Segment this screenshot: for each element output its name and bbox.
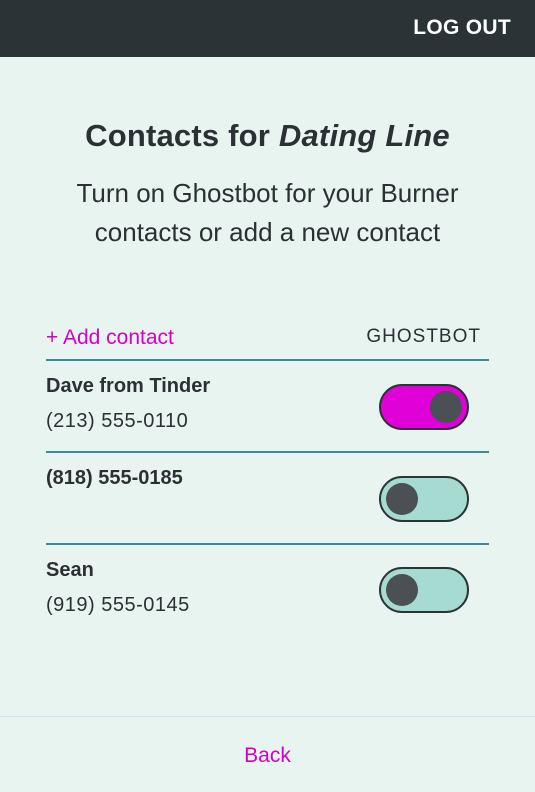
- add-contact-link[interactable]: + Add contact: [46, 326, 174, 350]
- footer: Back: [0, 744, 535, 768]
- contact-row: Sean (919) 555-0145: [46, 559, 489, 649]
- footer-divider: [0, 716, 535, 717]
- ghostbot-toggle[interactable]: [379, 384, 469, 430]
- page-title-prefix: Contacts for: [85, 118, 279, 153]
- page-title: Contacts for Dating Line: [0, 118, 535, 154]
- contact-phone: (213) 555-0110: [46, 410, 189, 432]
- toggle-knob: [386, 483, 418, 515]
- contact-name: (818) 555-0185: [46, 467, 183, 489]
- logout-button[interactable]: LOG OUT: [413, 16, 511, 40]
- ghostbot-toggle[interactable]: [379, 567, 469, 613]
- divider: [46, 543, 489, 545]
- toggle-knob: [386, 574, 418, 606]
- contact-name: Dave from Tinder: [46, 375, 211, 397]
- divider: [46, 451, 489, 453]
- contact-phone: (919) 555-0145: [46, 594, 190, 616]
- top-bar: LOG OUT: [0, 0, 535, 57]
- ghostbot-toggle[interactable]: [379, 476, 469, 522]
- list-header: + Add contact GHOSTBOT: [46, 324, 489, 360]
- divider: [46, 359, 489, 361]
- ghostbot-column-label: GHOSTBOT: [366, 326, 481, 347]
- contact-name: Sean: [46, 559, 94, 581]
- line-name: Dating Line: [278, 118, 450, 153]
- back-button[interactable]: Back: [244, 744, 291, 767]
- toggle-knob: [430, 391, 462, 423]
- page-subtitle: Turn on Ghostbot for your Burner contact…: [76, 178, 459, 247]
